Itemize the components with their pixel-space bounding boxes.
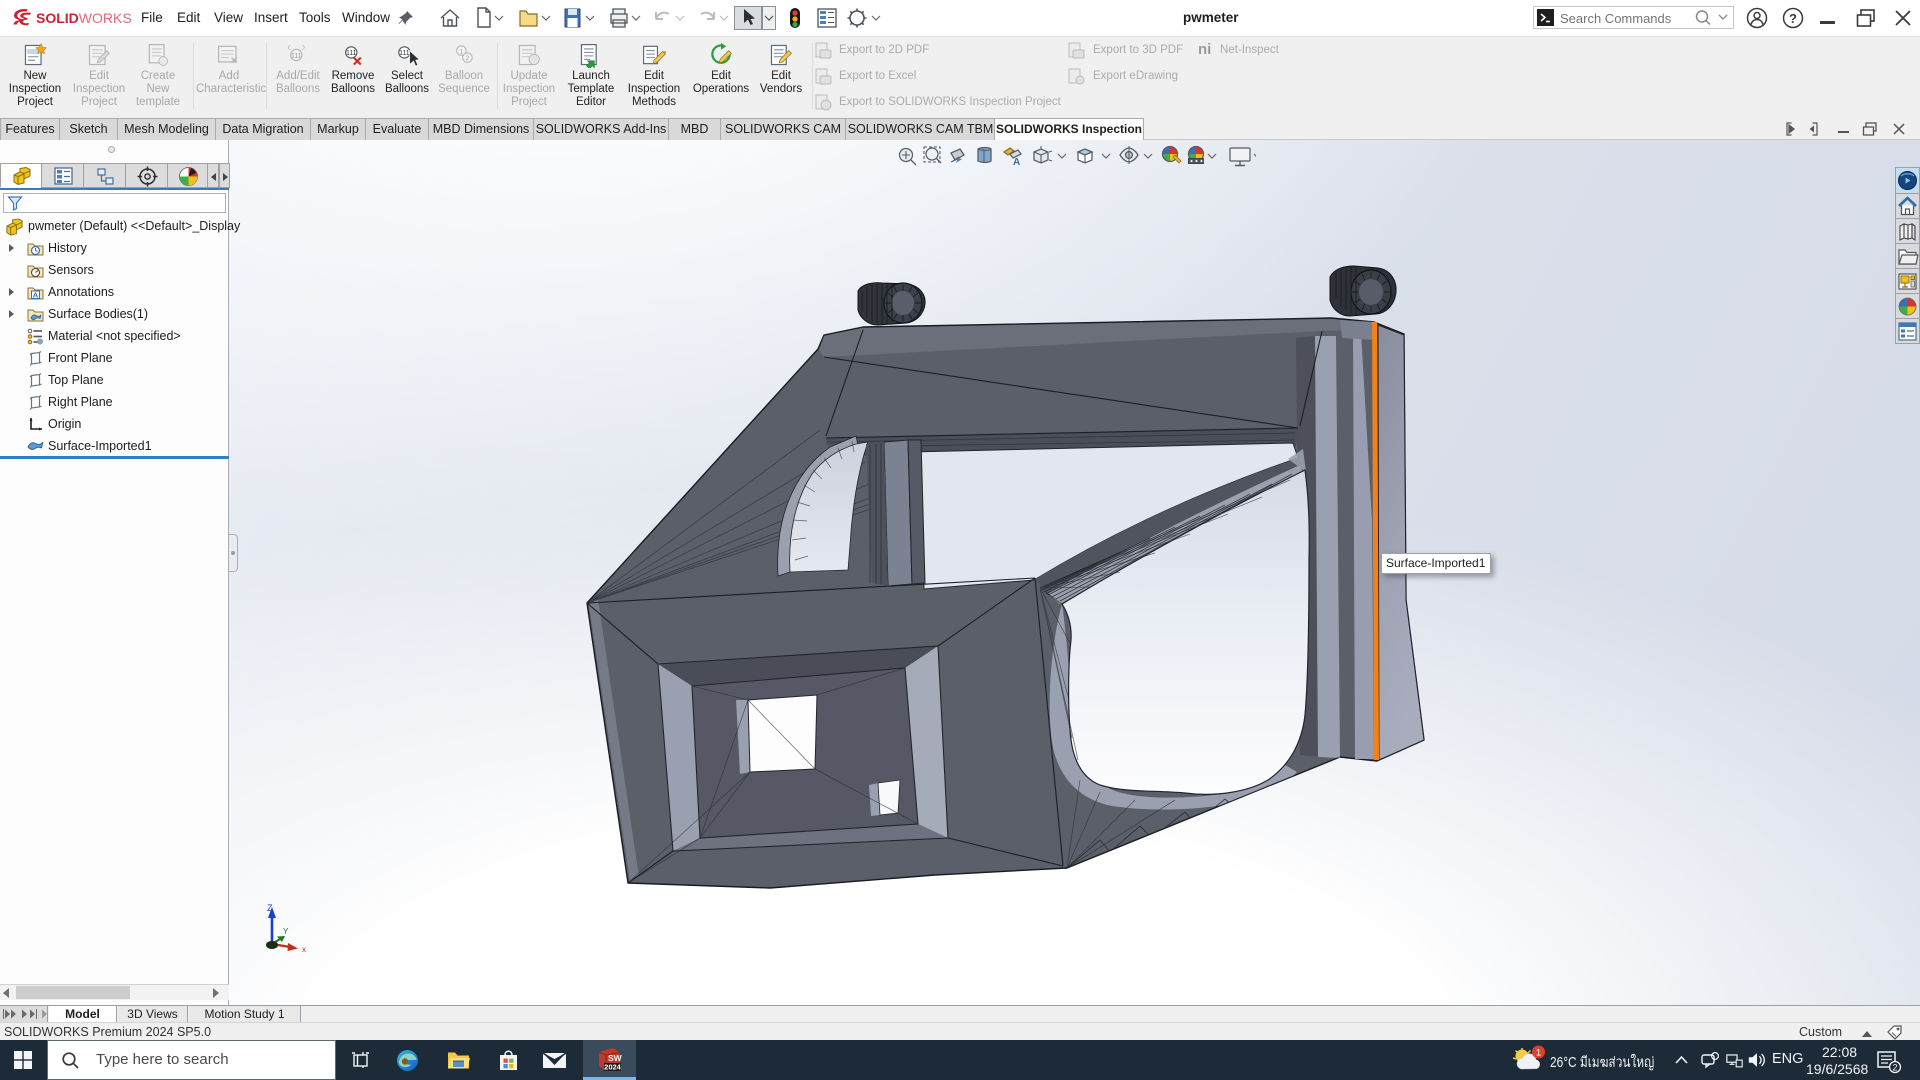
svg-text:SOLIDWORKS: SOLIDWORKS — [36, 10, 132, 26]
svg-text:1: 1 — [1536, 1048, 1541, 1059]
svg-text:111: 111 — [346, 50, 357, 57]
svg-text:111: 111 — [291, 53, 302, 60]
svg-text:x: x — [302, 945, 306, 952]
svg-text:Y: Y — [283, 927, 289, 936]
svg-text:2024: 2024 — [604, 1063, 622, 1072]
svg-text:?: ? — [1789, 11, 1797, 26]
svg-text:2: 2 — [1892, 1063, 1897, 1073]
svg-text:SW: SW — [608, 1053, 623, 1063]
svg-text:111: 111 — [399, 50, 410, 57]
svg-text:Z: Z — [267, 903, 273, 913]
svg-text:A: A — [1013, 157, 1020, 168]
svg-text:A: A — [33, 291, 39, 300]
